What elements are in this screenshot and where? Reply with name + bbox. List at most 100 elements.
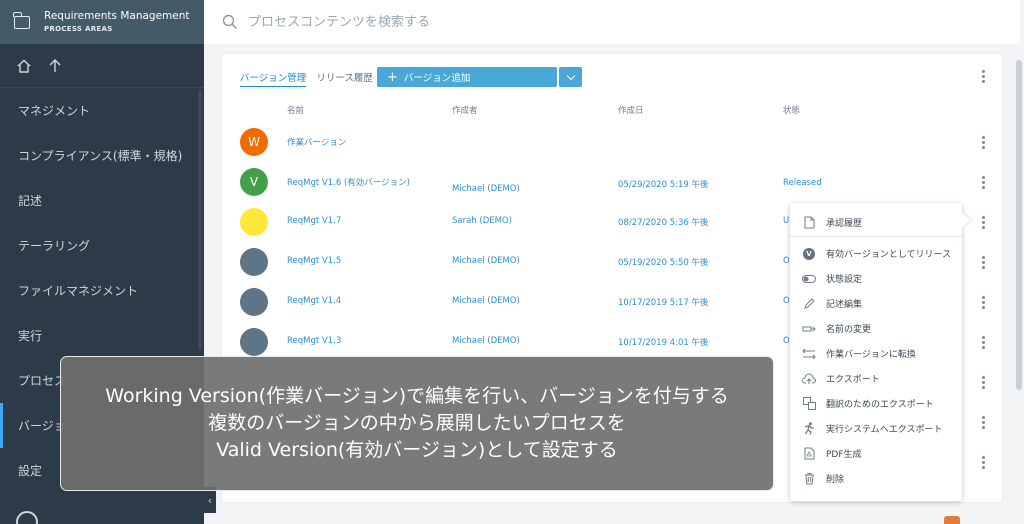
avatar bbox=[240, 328, 268, 356]
caption-line-3: Valid Version(有効バージョン)として設定する bbox=[216, 439, 618, 461]
toggle-icon bbox=[802, 272, 816, 286]
row-more-icon[interactable] bbox=[978, 214, 988, 230]
avatar: W bbox=[240, 128, 268, 156]
sidebar-item-compliance[interactable]: コンプライアンス(標準・規格) bbox=[0, 133, 204, 178]
menu-item-release-valid[interactable]: V 有効バージョンとしてリリース bbox=[790, 241, 962, 266]
process-area-header[interactable]: Requirements Management PROCESS AREAS bbox=[0, 0, 204, 44]
menu-item-export[interactable]: エクスポート bbox=[790, 366, 962, 391]
row-more-icon[interactable] bbox=[978, 294, 988, 310]
row-more-icon[interactable] bbox=[978, 414, 988, 430]
search-input[interactable] bbox=[248, 14, 648, 30]
table-row[interactable]: W 作業バージョン bbox=[222, 122, 1002, 162]
row-more-icon[interactable] bbox=[978, 374, 988, 390]
row-more-icon[interactable] bbox=[978, 254, 988, 270]
menu-item-generate-pdf[interactable]: PDF生成 bbox=[790, 441, 962, 466]
version-name[interactable]: 作業バージョン bbox=[287, 136, 346, 148]
add-version-dropdown[interactable] bbox=[558, 67, 582, 87]
version-date: 05/19/2020 5:50 午後 bbox=[618, 258, 709, 268]
menu-item-label: 実行システムへエクスポート bbox=[826, 425, 943, 435]
version-author[interactable]: Michael (DEMO) bbox=[452, 256, 520, 266]
caption-line-1: Working Version(作業バージョン)で編集を行い、バージョンを付与す… bbox=[105, 385, 729, 407]
menu-item-label: 作業バージョンに転換 bbox=[826, 350, 916, 360]
menu-item-label: 翻訳のためのエクスポート bbox=[826, 400, 934, 410]
menu-item-export-translation[interactable]: 翻訳のためのエクスポート bbox=[790, 391, 962, 416]
logo-fragment-icon bbox=[944, 516, 960, 524]
add-version-label: バージョン追加 bbox=[403, 73, 471, 84]
tab-release-history[interactable]: リリース履歴 bbox=[316, 70, 373, 87]
home-icon[interactable] bbox=[16, 58, 32, 74]
sidebar-item-tailoring[interactable]: テーラリング bbox=[0, 223, 204, 268]
header-text: Requirements Management PROCESS AREAS bbox=[44, 10, 190, 35]
menu-item-label: 名前の変更 bbox=[826, 325, 872, 335]
version-name[interactable]: ReqMgt V1.5 bbox=[287, 256, 341, 266]
avatar bbox=[240, 288, 268, 316]
app-title: Requirements Management bbox=[44, 9, 190, 22]
version-date: 10/17/2019 4:01 午後 bbox=[618, 338, 709, 348]
row-more-icon[interactable] bbox=[978, 134, 988, 150]
search-icon bbox=[222, 14, 238, 30]
sidebar-item-execution[interactable]: 実行 bbox=[0, 313, 204, 358]
version-name[interactable]: ReqMgt V1.7 bbox=[287, 216, 341, 226]
trash-icon bbox=[802, 472, 816, 486]
column-header-status[interactable]: 状態 bbox=[783, 104, 800, 116]
menu-item-label: 削除 bbox=[826, 475, 845, 485]
version-author[interactable]: Michael (DEMO) bbox=[452, 184, 520, 194]
menu-item-convert-working[interactable]: 作業バージョンに転換 bbox=[790, 341, 962, 366]
menu-item-rename[interactable]: 名前の変更 bbox=[790, 316, 962, 341]
plus-icon: + bbox=[387, 69, 398, 85]
version-tabs: バージョン管理 リリース履歴 bbox=[240, 70, 373, 87]
menu-item-label: PDF生成 bbox=[826, 450, 862, 460]
column-header-name[interactable]: 名前 bbox=[287, 104, 304, 116]
menu-item-delete[interactable]: 削除 bbox=[790, 466, 962, 491]
caption-line-2: 複数のバージョンの中から展開したいプロセスを bbox=[208, 412, 626, 434]
column-header-author[interactable]: 作成者 bbox=[452, 104, 478, 116]
row-more-icon[interactable] bbox=[978, 334, 988, 350]
version-name[interactable]: ReqMgt V1.6 (有効バージョン) bbox=[287, 176, 410, 188]
search-bar bbox=[204, 0, 1020, 44]
version-date: 08/27/2020 5:36 午後 bbox=[618, 218, 709, 228]
row-more-icon[interactable] bbox=[978, 174, 988, 190]
menu-item-label: 承認履歴 bbox=[826, 219, 863, 229]
column-header-date[interactable]: 作成日 bbox=[618, 104, 644, 116]
user-avatar-icon[interactable] bbox=[16, 511, 38, 524]
sidebar-item-file-management[interactable]: ファイルマネジメント bbox=[0, 268, 204, 313]
version-status: O bbox=[783, 296, 790, 306]
sidebar-item-description[interactable]: 記述 bbox=[0, 178, 204, 223]
version-status: U bbox=[783, 216, 790, 226]
menu-item-set-status[interactable]: 状態設定 bbox=[790, 266, 962, 291]
menu-item-label: 記述編集 bbox=[826, 300, 863, 310]
version-author[interactable]: Sarah (DEMO) bbox=[452, 216, 512, 226]
version-author[interactable]: Michael (DEMO) bbox=[452, 336, 520, 346]
menu-item-label: エクスポート bbox=[826, 375, 880, 385]
menu-item-edit-description[interactable]: 記述編集 bbox=[790, 291, 962, 316]
valid-version-icon: V bbox=[802, 247, 816, 261]
menu-item-label: 有効バージョンとしてリリース bbox=[826, 250, 952, 260]
arrow-up-icon[interactable] bbox=[48, 58, 62, 74]
version-name[interactable]: ReqMgt V1.4 bbox=[287, 296, 341, 306]
menu-item-export-execution[interactable]: 実行システムへエクスポート bbox=[790, 416, 962, 441]
sidebar-item-management[interactable]: マネジメント bbox=[0, 88, 204, 133]
add-version-button[interactable]: + バージョン追加 bbox=[377, 67, 557, 87]
card-more-icon[interactable] bbox=[978, 68, 988, 84]
version-author[interactable]: Michael (DEMO) bbox=[452, 296, 520, 306]
row-more-icon[interactable] bbox=[978, 454, 988, 470]
avatar: V bbox=[240, 168, 268, 196]
cloud-upload-icon bbox=[802, 372, 816, 386]
version-name[interactable]: ReqMgt V1.3 bbox=[287, 336, 341, 346]
table-row[interactable]: V ReqMgt V1.6 (有効バージョン) Michael (DEMO) 0… bbox=[222, 162, 1002, 202]
caption-overlay: Working Version(作業バージョン)で編集を行い、バージョンを付与す… bbox=[60, 356, 774, 491]
rename-icon bbox=[802, 322, 816, 336]
page-scrollbar[interactable] bbox=[1016, 60, 1022, 390]
avatar bbox=[240, 208, 268, 236]
sidebar-scrollbar[interactable] bbox=[198, 90, 202, 350]
menu-item-label: 状態設定 bbox=[826, 275, 863, 285]
version-date: 10/17/2019 5:17 午後 bbox=[618, 298, 709, 308]
runner-icon bbox=[802, 422, 816, 436]
tab-version-management[interactable]: バージョン管理 bbox=[240, 70, 307, 87]
pdf-icon bbox=[802, 447, 816, 461]
version-status: O bbox=[783, 256, 790, 266]
version-status: O bbox=[783, 336, 790, 346]
menu-item-approval-history[interactable]: 承認履歴 bbox=[790, 209, 962, 237]
version-context-menu: 承認履歴 V 有効バージョンとしてリリース 状態設定 記述編集 名前の変更 作業… bbox=[790, 203, 962, 501]
document-icon bbox=[802, 216, 816, 230]
